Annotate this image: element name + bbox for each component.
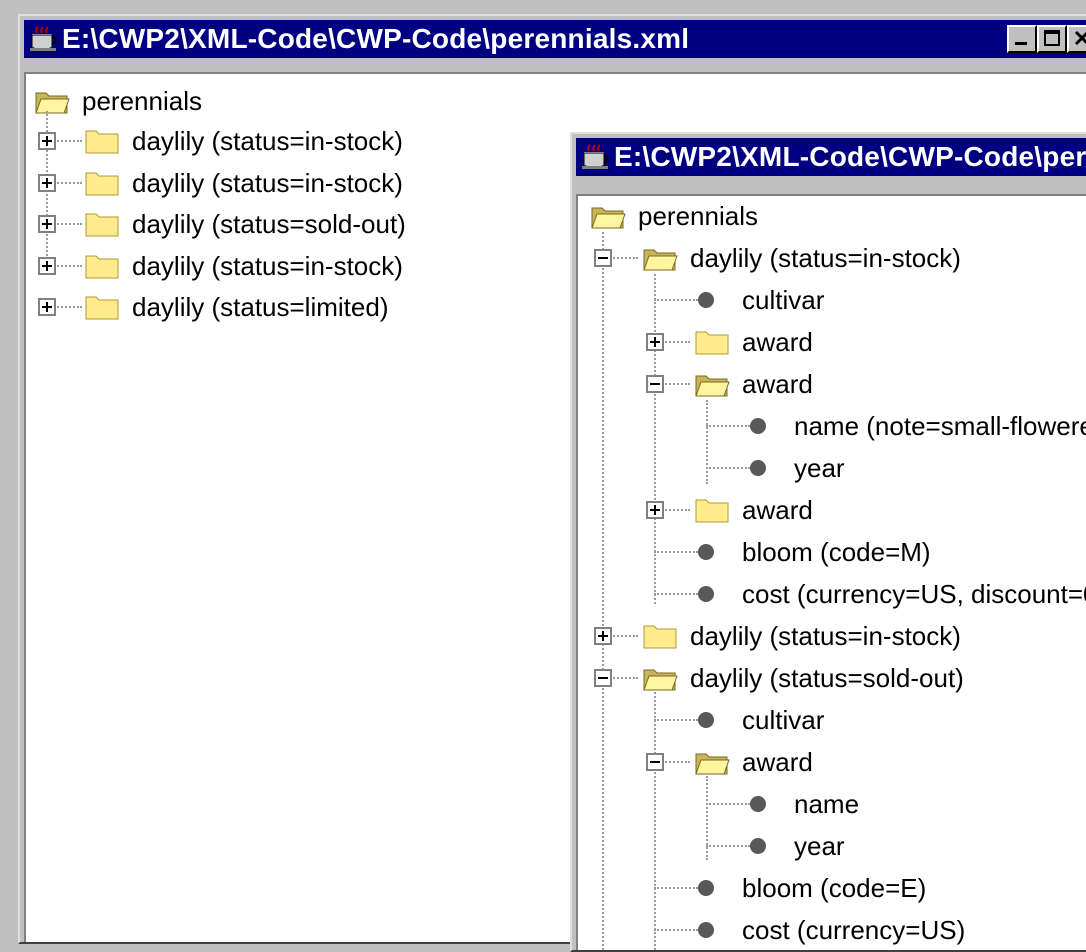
tree-node-label: award xyxy=(742,369,813,399)
tree-root-label: perennials xyxy=(82,86,202,116)
tree-leaf-label: bloom (code=E) xyxy=(742,873,927,903)
back-window-title: E:\CWP2\XML-Code\CWP-Code\perennials.xml xyxy=(62,23,690,54)
collapse-toggle[interactable] xyxy=(594,249,612,267)
tree-connector xyxy=(706,425,750,427)
expand-toggle[interactable] xyxy=(38,174,56,192)
leaf-dot-icon xyxy=(698,880,714,896)
tree-leaf-label: cost (currency=US) xyxy=(742,915,966,945)
tree-root-label: perennials xyxy=(638,201,758,231)
open-folder-icon xyxy=(591,207,626,229)
expand-toggle[interactable] xyxy=(38,257,56,275)
close-icon xyxy=(1074,30,1086,46)
folder-icon xyxy=(695,499,729,523)
folder-icon xyxy=(85,130,119,154)
tree-leaf-label: cultivar xyxy=(742,285,825,315)
front-window: E:\CWP2\XML-Code\CWP-Code\perennials.xml… xyxy=(570,132,1086,952)
tree-node-label: daylily (status=in-stock) xyxy=(132,251,403,281)
leaf-dot-icon xyxy=(750,796,766,812)
leaf-dot-icon xyxy=(698,922,714,938)
tree-node-label: award xyxy=(742,327,813,357)
open-folder-icon xyxy=(643,669,678,691)
open-folder-icon xyxy=(695,375,730,397)
leaf-dot-icon xyxy=(750,838,766,854)
tree-connector xyxy=(654,551,698,553)
tree-node-label: daylily (status=in-stock) xyxy=(132,126,403,156)
expand-toggle[interactable] xyxy=(646,501,664,519)
folder-icon xyxy=(643,625,677,649)
leaf-dot-icon xyxy=(698,544,714,560)
expand-toggle[interactable] xyxy=(38,298,56,316)
tree-node-label: daylily (status=sold-out) xyxy=(690,663,964,693)
tree-leaf-label: name (note=small-flowered) xyxy=(794,411,1086,441)
expand-toggle[interactable] xyxy=(38,215,56,233)
tree-connector xyxy=(654,274,656,604)
folder-icon xyxy=(85,172,119,196)
tree-connector xyxy=(654,692,656,950)
tree-connector xyxy=(706,467,750,469)
collapse-toggle[interactable] xyxy=(646,753,664,771)
tree-connector xyxy=(706,803,750,805)
expand-toggle[interactable] xyxy=(646,333,664,351)
open-folder-icon xyxy=(643,249,678,271)
folder-icon xyxy=(85,213,119,237)
tree-leaf-label: cultivar xyxy=(742,705,825,735)
tree-node-label: daylily (status=sold-out) xyxy=(132,209,406,239)
tree-leaf-label: cost (currency=US, discount=0.2) xyxy=(742,579,1086,609)
folder-icon xyxy=(695,331,729,355)
tree-connector xyxy=(706,400,708,484)
tree-leaf-label: bloom (code=M) xyxy=(742,537,931,567)
tree-leaf-label: name xyxy=(794,789,860,819)
front-window-titlebar[interactable]: E:\CWP2\XML-Code\CWP-Code\perennials.xml xyxy=(576,138,1086,176)
expand-toggle[interactable] xyxy=(38,132,56,150)
tree-connector xyxy=(654,719,698,721)
java-cup-icon xyxy=(582,144,609,169)
tree-node-label: daylily (status=in-stock) xyxy=(132,168,403,198)
open-folder-icon xyxy=(695,753,730,775)
tree-node-label: daylily (status=limited) xyxy=(132,292,389,322)
tree-node-label: award xyxy=(742,747,813,777)
tree-connector xyxy=(706,845,750,847)
close-button[interactable] xyxy=(1067,25,1086,53)
minimize-button[interactable] xyxy=(1007,25,1037,53)
tree-leaf-label: year xyxy=(794,453,845,483)
leaf-dot-icon xyxy=(698,712,714,728)
folder-icon xyxy=(85,255,119,279)
leaf-dot-icon xyxy=(750,460,766,476)
maximize-button[interactable] xyxy=(1037,25,1067,53)
folder-icon xyxy=(85,296,119,320)
tree-leaf-label: year xyxy=(794,831,845,861)
minimize-icon xyxy=(1015,42,1027,45)
tree-connector xyxy=(654,929,698,931)
tree-connector xyxy=(654,299,698,301)
tree-connector xyxy=(654,887,698,889)
front-tree-view[interactable]: perennials daylily (status=in-stock) cul… xyxy=(576,194,1086,950)
leaf-dot-icon xyxy=(698,586,714,602)
expand-toggle[interactable] xyxy=(594,627,612,645)
tree-node-label: daylily (status=in-stock) xyxy=(690,243,961,273)
leaf-dot-icon xyxy=(698,292,714,308)
maximize-icon xyxy=(1044,30,1060,46)
collapse-toggle[interactable] xyxy=(594,669,612,687)
tree-connector xyxy=(706,776,708,860)
tree-node-label: award xyxy=(742,495,813,525)
tree-connector xyxy=(654,593,698,595)
collapse-toggle[interactable] xyxy=(646,375,664,393)
open-folder-icon xyxy=(35,92,70,114)
back-window-titlebar[interactable]: E:\CWP2\XML-Code\CWP-Code\perennials.xml xyxy=(24,20,1086,58)
tree-node-label: daylily (status=in-stock) xyxy=(690,621,961,651)
tree-connector xyxy=(602,232,604,950)
leaf-dot-icon xyxy=(750,418,766,434)
front-window-title: E:\CWP2\XML-Code\CWP-Code\perennials.xml xyxy=(614,141,1086,172)
java-cup-icon xyxy=(30,26,57,51)
